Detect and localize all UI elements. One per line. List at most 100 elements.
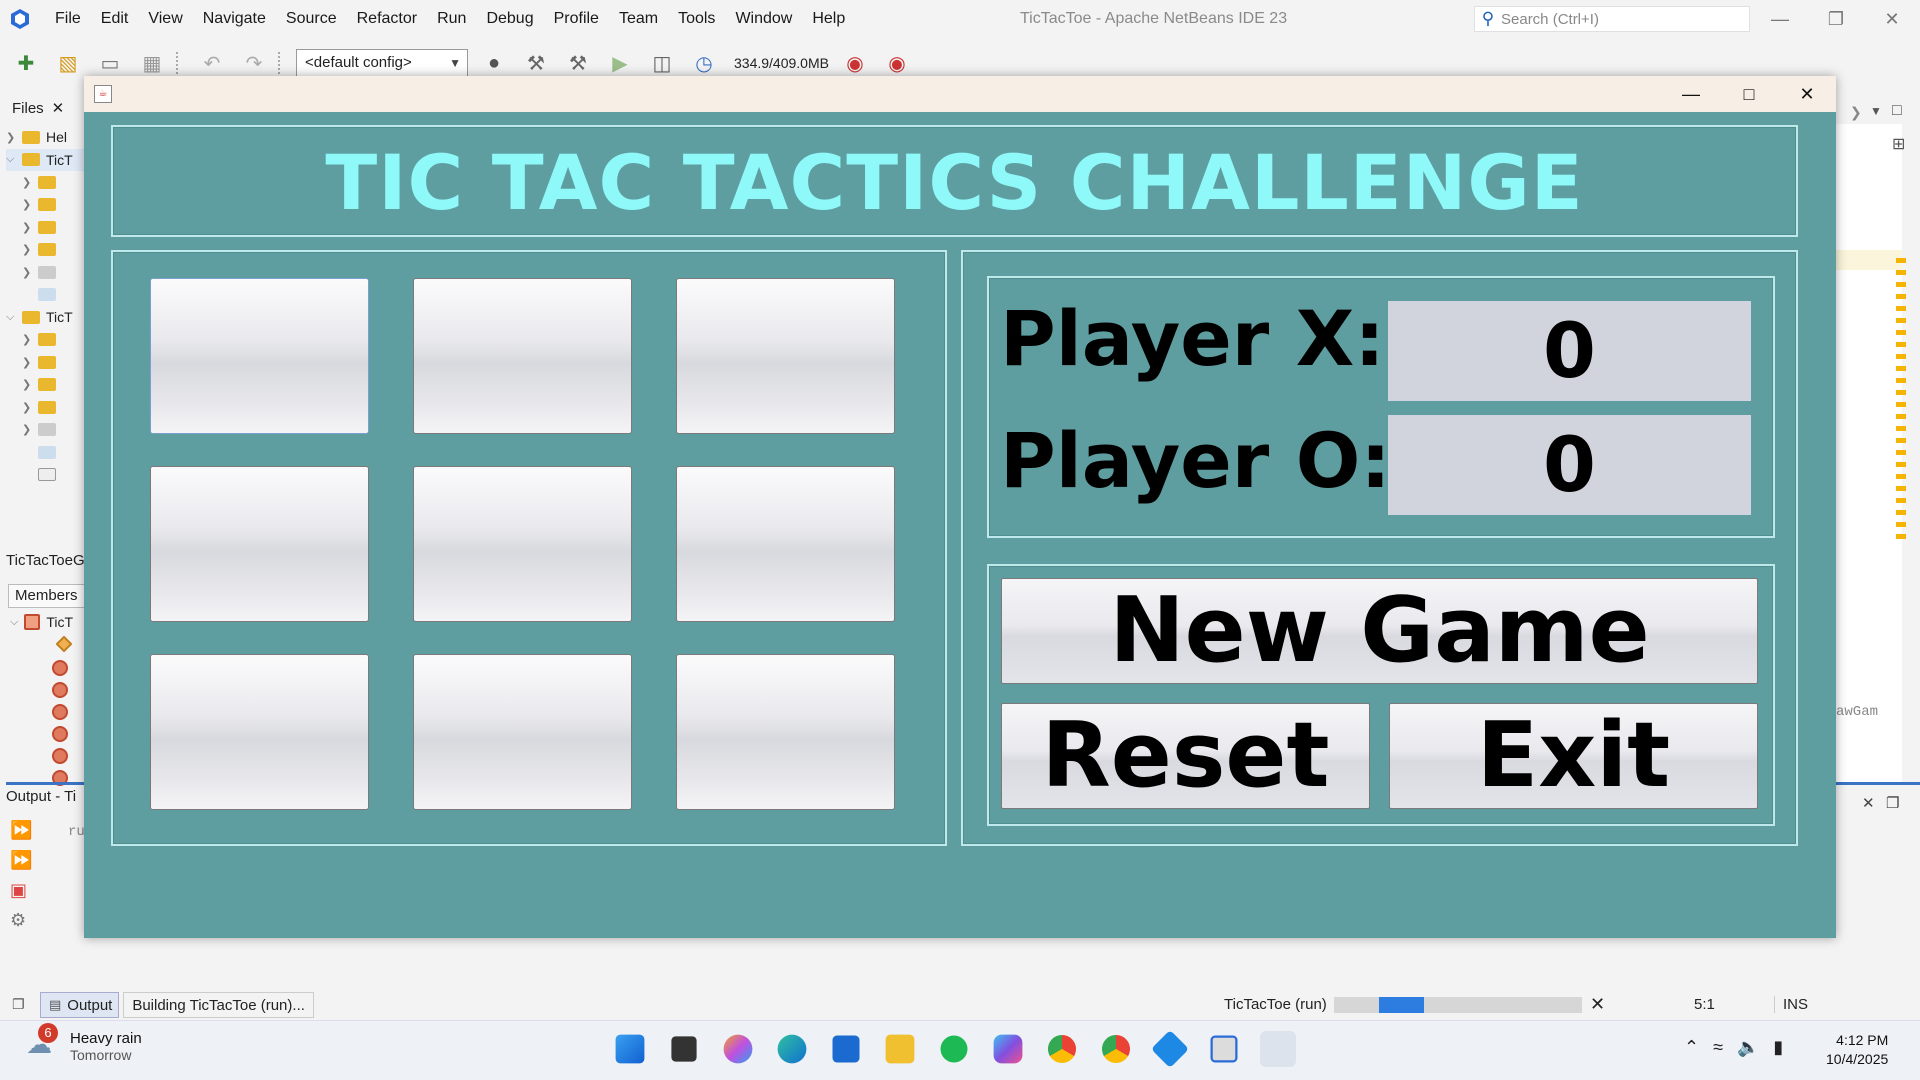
config-select[interactable]: <default config> ▼ xyxy=(296,49,468,77)
edge-icon[interactable] xyxy=(777,1034,807,1064)
board-cell-1[interactable] xyxy=(150,278,369,434)
board-cell-8[interactable] xyxy=(413,654,632,810)
menu-help[interactable]: Help xyxy=(802,0,855,38)
members-root[interactable]: ⌵ TicT xyxy=(10,614,73,630)
tree-row[interactable]: ❯ xyxy=(6,216,86,239)
netbeans-taskbar-icon[interactable] xyxy=(1210,1035,1238,1063)
memory-indicator[interactable]: 334.9/409.0MB xyxy=(734,55,829,71)
new-project-icon[interactable]: ▧ xyxy=(52,48,84,78)
exit-button[interactable]: Exit xyxy=(1389,703,1758,809)
file-explorer-icon[interactable] xyxy=(885,1034,915,1064)
tab-members[interactable]: Members xyxy=(8,584,88,608)
spotify-icon[interactable] xyxy=(940,1035,968,1063)
menu-debug[interactable]: Debug xyxy=(476,0,543,38)
minimize-icon[interactable]: — xyxy=(1752,0,1808,38)
menu-tools[interactable]: Tools xyxy=(668,0,725,38)
tree-row[interactable]: ❯ xyxy=(6,419,86,442)
warning-marker[interactable] xyxy=(1896,378,1906,383)
tree-row[interactable]: ❯ xyxy=(6,351,86,374)
close-output-icon[interactable]: ✕ xyxy=(1862,794,1875,812)
warning-marker[interactable] xyxy=(1896,282,1906,287)
board-cell-9[interactable] xyxy=(676,654,895,810)
copilot-icon[interactable] xyxy=(723,1034,753,1064)
tab-files[interactable]: Files ✕ xyxy=(6,96,86,120)
menu-profile[interactable]: Profile xyxy=(544,0,609,38)
taskbar-clock[interactable]: 4:12 PM 10/4/2025 xyxy=(1826,1031,1888,1069)
warning-marker[interactable] xyxy=(1896,450,1906,455)
warning-marker[interactable] xyxy=(1896,318,1906,323)
member-item[interactable] xyxy=(52,704,68,720)
warning-marker[interactable] xyxy=(1896,402,1906,407)
board-cell-2[interactable] xyxy=(413,278,632,434)
menu-view[interactable]: View xyxy=(138,0,192,38)
tree-row[interactable] xyxy=(6,464,86,487)
warning-marker[interactable] xyxy=(1896,258,1906,263)
new-file-icon[interactable]: ✚ xyxy=(10,48,42,78)
cancel-progress-icon[interactable]: ✕ xyxy=(1590,994,1605,1015)
tree-row[interactable]: ❯ xyxy=(6,239,86,262)
wifi-icon[interactable]: ≈ xyxy=(1713,1037,1723,1058)
stop-icon[interactable]: ▣ xyxy=(10,880,38,910)
java-app-icon[interactable] xyxy=(1260,1031,1296,1067)
warning-marker[interactable] xyxy=(1896,474,1906,479)
menu-navigate[interactable]: Navigate xyxy=(193,0,276,38)
menu-file[interactable]: File xyxy=(45,0,91,38)
board-cell-4[interactable] xyxy=(150,466,369,622)
member-item[interactable] xyxy=(52,748,68,764)
undo-icon[interactable]: ↶ xyxy=(196,48,228,78)
menu-team[interactable]: Team xyxy=(609,0,668,38)
warning-marker[interactable] xyxy=(1896,306,1906,311)
window-toggle-icon[interactable]: ❐ xyxy=(12,996,25,1013)
tree-row[interactable]: ⌵ TicT xyxy=(6,306,86,329)
warning-marker[interactable] xyxy=(1896,294,1906,299)
warning-marker[interactable] xyxy=(1896,510,1906,515)
maximize-icon[interactable]: □ xyxy=(1720,76,1778,112)
build-hammer-icon[interactable]: ⚒ xyxy=(520,48,552,78)
tree-row[interactable] xyxy=(6,284,86,307)
tree-row[interactable]: ❯ xyxy=(6,261,86,284)
member-item[interactable] xyxy=(52,682,68,698)
warning-marker[interactable] xyxy=(1896,270,1906,275)
minimize-icon[interactable]: — xyxy=(1662,76,1720,112)
windows-start-icon[interactable] xyxy=(615,1034,645,1064)
warning-marker[interactable] xyxy=(1896,426,1906,431)
dialog-titlebar[interactable]: ☕ — □ ✕ xyxy=(84,76,1836,112)
member-item[interactable] xyxy=(52,660,68,676)
grid-icon[interactable]: ⊞ xyxy=(1892,134,1905,154)
profiler-snapshot-icon[interactable]: ◉ xyxy=(881,48,913,78)
settings-icon[interactable]: ⚙ xyxy=(10,910,38,940)
status-building[interactable]: Building TicTacToe (run)... xyxy=(123,992,314,1018)
board-cell-5[interactable] xyxy=(413,466,632,622)
reset-button[interactable]: Reset xyxy=(1001,703,1370,809)
member-item[interactable] xyxy=(55,635,73,653)
chevron-right-icon[interactable]: ❯ xyxy=(1850,104,1862,121)
warning-marker[interactable] xyxy=(1896,354,1906,359)
maximize-icon[interactable]: □ xyxy=(1892,102,1902,120)
volume-icon[interactable]: 🔈 xyxy=(1737,1037,1759,1058)
restore-output-icon[interactable]: ❐ xyxy=(1886,794,1899,812)
chevron-down-icon[interactable]: ▼ xyxy=(1870,104,1882,118)
tree-row[interactable]: ⌵ TicT xyxy=(6,148,86,171)
menu-refactor[interactable]: Refactor xyxy=(347,0,427,38)
menu-run[interactable]: Run xyxy=(427,0,476,38)
tree-row[interactable]: ❯ xyxy=(6,396,86,419)
store-icon[interactable] xyxy=(832,1035,860,1063)
chrome-profile-icon[interactable] xyxy=(1101,1034,1131,1064)
warning-marker[interactable] xyxy=(1896,366,1906,371)
close-icon[interactable]: ✕ xyxy=(1778,76,1836,112)
warning-marker[interactable] xyxy=(1896,414,1906,419)
status-output-tab[interactable]: ▤ Output xyxy=(40,992,120,1018)
rerun-changed-icon[interactable]: ⏩ xyxy=(10,850,38,880)
warning-marker[interactable] xyxy=(1896,342,1906,347)
board-cell-3[interactable] xyxy=(676,278,895,434)
warning-marker[interactable] xyxy=(1896,498,1906,503)
board-cell-6[interactable] xyxy=(676,466,895,622)
restore-icon[interactable]: ❐ xyxy=(1808,0,1864,38)
open-project-icon[interactable]: ▭ xyxy=(94,48,126,78)
menu-window[interactable]: Window xyxy=(725,0,802,38)
warning-marker[interactable] xyxy=(1896,438,1906,443)
ide-search-input[interactable]: ⚲ Search (Ctrl+I) xyxy=(1474,6,1750,32)
tree-row[interactable]: ❯ xyxy=(6,171,86,194)
task-view-icon[interactable] xyxy=(671,1036,697,1062)
save-all-icon[interactable]: ▦ xyxy=(136,48,168,78)
